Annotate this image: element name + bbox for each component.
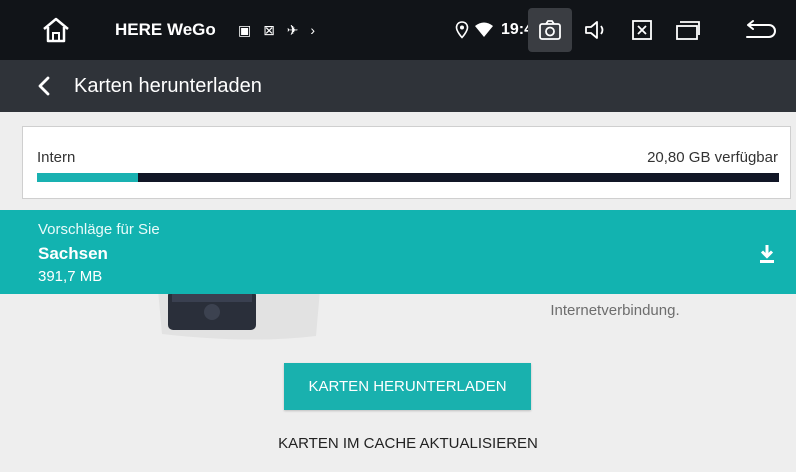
download-button[interactable] [755, 240, 779, 268]
storage-bar-fill [37, 173, 138, 182]
home-button[interactable] [36, 0, 76, 60]
volume-icon [585, 21, 604, 39]
app-name: HERE WeGo [115, 20, 216, 39]
page-title: Karten herunterladen [74, 74, 262, 97]
system-back-button[interactable] [738, 8, 782, 52]
update-cache-button[interactable]: KARTEN IM CACHE AKTUALISIEREN [240, 428, 576, 458]
download-icon [760, 245, 774, 263]
screenshot-icon [539, 20, 561, 40]
screenshot-button[interactable] [528, 8, 572, 52]
phone-illustration [158, 290, 320, 340]
suggestion-region: Sachsen [38, 244, 108, 263]
location-icon [455, 21, 469, 39]
volume-button[interactable] [574, 8, 618, 52]
back-icon [746, 20, 776, 38]
app-toolbar: Karten herunterladen [0, 60, 796, 112]
suggestion-banner[interactable]: Vorschläge für Sie Sachsen 391,7 MB [0, 210, 796, 294]
offline-description-text: Internetverbindung. [550, 302, 680, 319]
suggestion-size: 391,7 MB [38, 268, 103, 285]
recents-icon [676, 21, 700, 40]
wifi-icon [475, 22, 493, 37]
download-maps-button[interactable]: KARTEN HERUNTERLADEN [284, 363, 531, 410]
home-icon [43, 17, 69, 43]
storage-label: Intern [37, 149, 76, 166]
close-app-icon [632, 20, 652, 40]
chevron-left-icon [38, 76, 50, 96]
status-bar: HERE WeGo ▣ ⊠ ✈ › 19:48 [0, 0, 796, 60]
back-button[interactable] [30, 72, 58, 100]
storage-card: Intern 20,80 GB verfügbar [22, 126, 791, 199]
storage-available: 20,80 GB verfügbar [647, 149, 778, 166]
notification-icons: ▣ ⊠ ✈ › [238, 21, 320, 38]
recents-button[interactable] [666, 8, 710, 52]
storage-bar [37, 173, 779, 182]
close-app-button[interactable] [620, 8, 664, 52]
suggestion-heading: Vorschläge für Sie [38, 221, 160, 238]
